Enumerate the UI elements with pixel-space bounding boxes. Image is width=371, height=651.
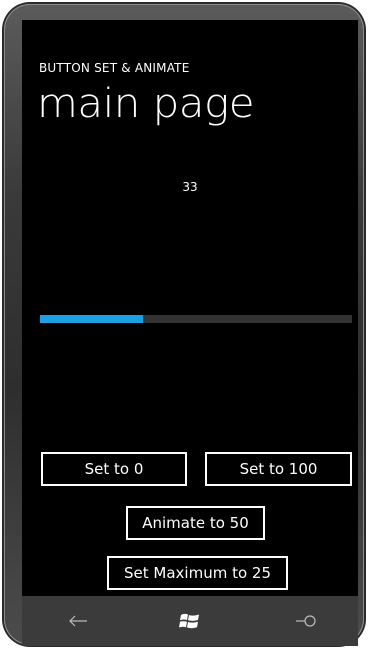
set-to-zero-button[interactable]: Set to 0 <box>41 452 187 486</box>
progress-fill <box>40 315 143 323</box>
progress-value-text: 33 <box>182 180 198 194</box>
application-title: BUTTON SET & ANIMATE <box>39 61 190 75</box>
hardware-button-bar <box>22 596 358 646</box>
page-title: main page <box>37 81 255 127</box>
phone-frame: BUTTON SET & ANIMATE main page 33 Set to… <box>4 4 364 646</box>
progress-bar <box>40 315 352 323</box>
screen: BUTTON SET & ANIMATE main page 33 Set to… <box>22 20 358 596</box>
back-arrow-icon <box>69 615 87 627</box>
animate-to-fifty-button[interactable]: Animate to 50 <box>126 506 265 540</box>
back-button[interactable] <box>48 596 108 646</box>
set-to-hundred-button[interactable]: Set to 100 <box>205 452 352 486</box>
search-button[interactable] <box>276 596 336 646</box>
set-maximum-button[interactable]: Set Maximum to 25 <box>107 556 288 590</box>
search-icon <box>296 615 316 627</box>
windows-logo-icon <box>179 613 199 629</box>
start-button[interactable] <box>160 596 220 646</box>
